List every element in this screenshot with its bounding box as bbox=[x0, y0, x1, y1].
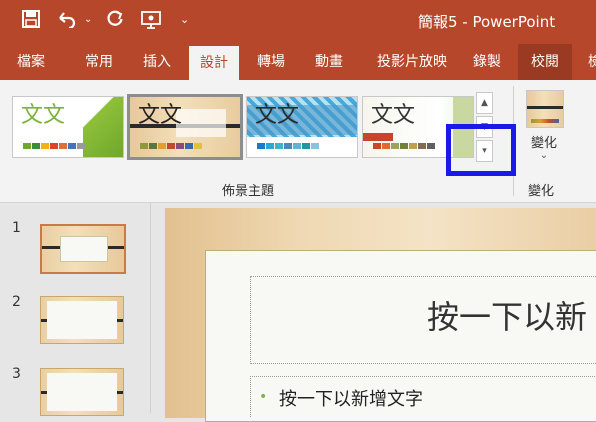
tab-record[interactable]: 錄製 bbox=[464, 44, 510, 80]
tab-insert[interactable]: 插入 bbox=[134, 44, 180, 80]
title-placeholder[interactable]: 按一下以新 bbox=[250, 276, 596, 364]
chevron-down-icon: ⌄ bbox=[539, 150, 549, 161]
theme-preview-text: 文文 bbox=[138, 103, 183, 128]
bullet-icon: • bbox=[259, 389, 268, 405]
theme-preview-text: 文文 bbox=[255, 103, 300, 128]
slide-thumbnail-3[interactable] bbox=[40, 368, 124, 416]
gallery-scroll-up-button[interactable]: ▲ bbox=[476, 92, 493, 114]
theme-gallery-item-1[interactable]: 文文 bbox=[12, 96, 124, 158]
ribbon-tabs: 檔案 常用 插入 設計 轉場 動畫 投影片放映 錄製 校閱 檢 bbox=[0, 44, 596, 80]
slide-number-3: 3 bbox=[12, 366, 21, 382]
slide-number-2: 2 bbox=[12, 294, 21, 310]
tab-slideshow[interactable]: 投影片放映 bbox=[366, 44, 458, 80]
variants-preview-icon bbox=[526, 90, 564, 128]
theme-color-swatches bbox=[257, 143, 319, 149]
window-title: 簡報5 - PowerPoint bbox=[418, 13, 556, 31]
title-placeholder-text: 按一下以新 bbox=[427, 298, 588, 336]
tab-design[interactable]: 設計 bbox=[189, 46, 239, 80]
theme-color-swatches bbox=[373, 143, 435, 149]
present-icon[interactable] bbox=[140, 10, 162, 35]
variants-button[interactable]: 變化 ⌄ bbox=[524, 88, 564, 168]
save-icon[interactable] bbox=[22, 10, 40, 33]
chevron-up-icon: ▲ bbox=[481, 98, 488, 108]
undo-icon[interactable] bbox=[56, 10, 78, 33]
themes-group-label: 佈景主題 bbox=[222, 184, 275, 199]
body-placeholder[interactable]: • 按一下以新增文字 bbox=[250, 376, 596, 417]
tab-file[interactable]: 檔案 bbox=[8, 44, 54, 80]
tab-view[interactable]: 檢 bbox=[580, 44, 596, 80]
theme-panel bbox=[176, 109, 226, 137]
customize-icon[interactable]: ⌄ bbox=[180, 10, 189, 30]
title-bar: ⌄ ⌄ 簡報5 - PowerPoint bbox=[0, 0, 596, 44]
highlight-box bbox=[446, 124, 516, 176]
undo-dropdown-icon[interactable]: ⌄ bbox=[84, 10, 92, 30]
theme-preview-text: 文文 bbox=[371, 103, 416, 128]
body-placeholder-text: 按一下以新增文字 bbox=[279, 389, 423, 410]
slide-thumbnail-2[interactable] bbox=[40, 296, 124, 344]
variants-group-label: 變化 bbox=[528, 184, 555, 199]
variants-label: 變化 bbox=[530, 136, 557, 151]
theme-gallery-item-3[interactable]: 文文 bbox=[246, 96, 358, 158]
redo-icon[interactable] bbox=[106, 10, 124, 33]
tab-review[interactable]: 校閱 bbox=[518, 44, 572, 80]
theme-accent-shape bbox=[83, 97, 123, 157]
theme-gallery-item-2[interactable]: 文文 bbox=[127, 94, 243, 160]
tab-animations[interactable]: 動畫 bbox=[306, 44, 352, 80]
theme-preview-text: 文文 bbox=[21, 103, 66, 128]
theme-color-swatches bbox=[140, 143, 202, 149]
theme-color-swatches bbox=[23, 143, 85, 149]
tab-home[interactable]: 常用 bbox=[76, 44, 122, 80]
theme-accent-bar bbox=[363, 133, 393, 141]
slide-thumbnail-1[interactable] bbox=[40, 224, 126, 274]
tab-transitions[interactable]: 轉場 bbox=[248, 44, 294, 80]
slide-number-1: 1 bbox=[12, 220, 21, 236]
